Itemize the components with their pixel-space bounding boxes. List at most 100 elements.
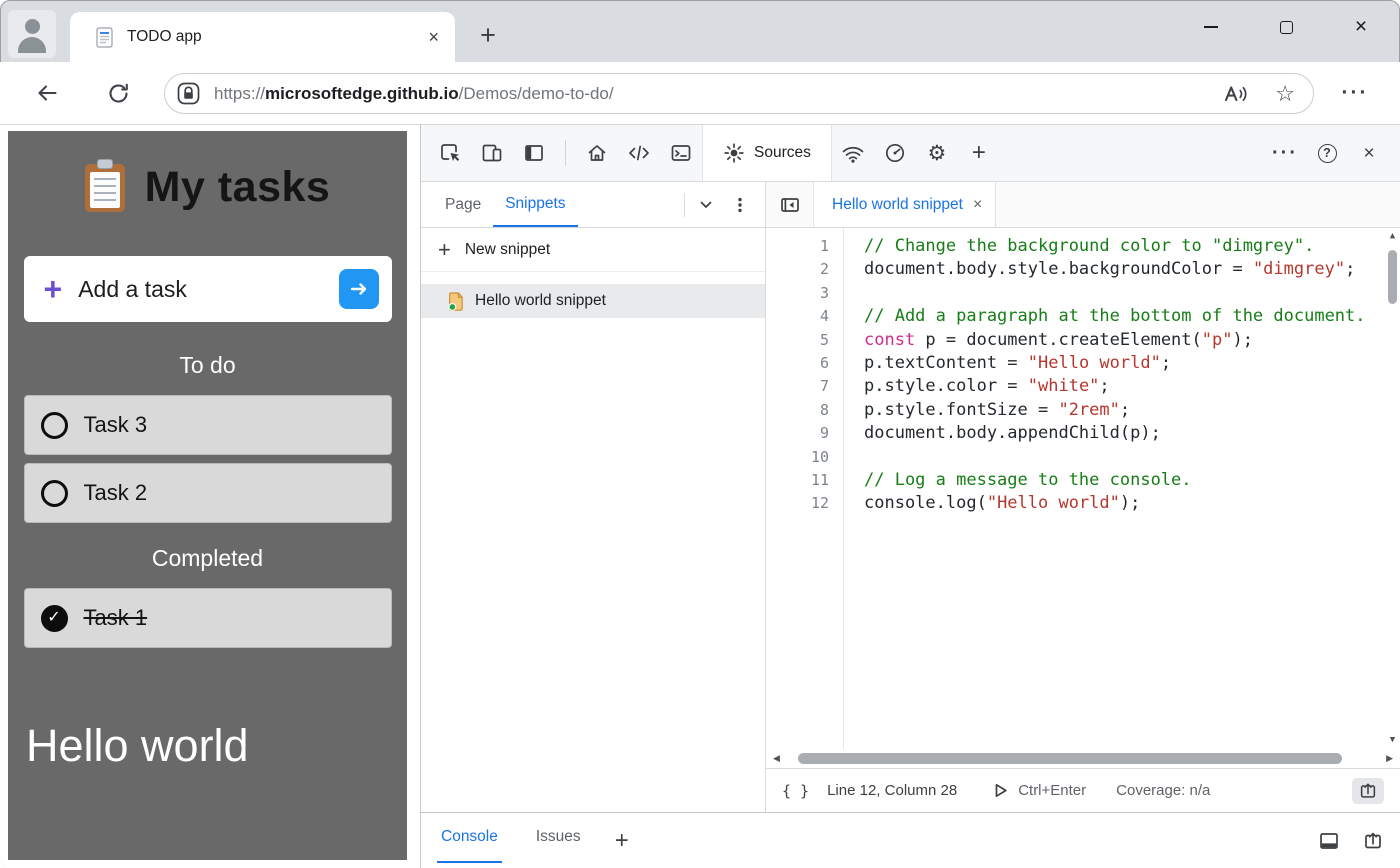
run-snippet-button[interactable] <box>991 781 1010 800</box>
line-number[interactable]: 6 <box>766 352 843 375</box>
new-snippet-button[interactable]: + New snippet <box>421 228 765 272</box>
line-number[interactable]: 8 <box>766 399 843 422</box>
drawer-tab-console-active[interactable]: Console <box>437 813 502 863</box>
tab-performance[interactable] <box>874 132 916 174</box>
horizontal-scrollbar-thumb[interactable] <box>798 753 1342 764</box>
tab-snippets-active[interactable]: Snippets <box>493 182 577 227</box>
code-line[interactable]: const p = document.createElement("p"); <box>864 329 1400 352</box>
todo-section-label: To do <box>8 352 407 379</box>
quick-source-button[interactable] <box>1352 778 1384 804</box>
add-task-submit-button[interactable] <box>339 269 379 309</box>
pretty-print-icon[interactable]: { } <box>782 782 809 800</box>
site-info-lock-icon[interactable] <box>175 80 202 107</box>
profile-avatar[interactable] <box>8 10 56 58</box>
drawer-tab-issues[interactable]: Issues <box>532 813 585 863</box>
scroll-right-icon[interactable]: ▶ <box>1386 754 1393 763</box>
add-drawer-tab-button[interactable]: + <box>615 813 629 868</box>
task-label: Task 2 <box>84 480 148 506</box>
code-line[interactable]: // Log a message to the console. <box>864 469 1400 492</box>
devtools-close-button[interactable]: × <box>1348 132 1390 174</box>
code-line[interactable]: console.log("Hello world"); <box>864 492 1400 515</box>
navigator-menu-button[interactable] <box>723 188 757 222</box>
close-icon: × <box>1363 144 1374 163</box>
line-number[interactable]: 12 <box>766 492 843 515</box>
tab-sources-active[interactable]: Sources <box>702 125 832 181</box>
line-number[interactable]: 4 <box>766 305 843 328</box>
vertical-scrollbar[interactable]: ▲ ▼ <box>1385 228 1400 749</box>
code-line[interactable] <box>864 446 1400 469</box>
tab-elements[interactable] <box>618 132 660 174</box>
devtools-options-button[interactable]: ··· <box>1264 132 1306 174</box>
gauge-icon <box>884 142 906 164</box>
tab-page[interactable]: Page <box>433 182 493 227</box>
code-line[interactable]: // Change the background color to "dimgr… <box>864 235 1400 258</box>
code-token-plain: ; <box>1120 400 1130 420</box>
task-checkbox[interactable] <box>41 480 68 507</box>
refresh-button[interactable] <box>96 71 140 115</box>
window-maximize-button[interactable] <box>1263 4 1309 50</box>
line-number[interactable]: 3 <box>766 282 843 305</box>
editor-tab-active[interactable]: Hello world snippet × <box>814 182 996 227</box>
line-number[interactable]: 7 <box>766 375 843 398</box>
code-line[interactable]: p.style.color = "white"; <box>864 375 1400 398</box>
new-tab-button[interactable]: + <box>466 13 510 57</box>
inspect-element-button[interactable] <box>429 132 471 174</box>
code-line[interactable]: p.style.fontSize = "2rem"; <box>864 399 1400 422</box>
scroll-down-icon[interactable]: ▼ <box>1390 736 1395 745</box>
task-item-completed[interactable]: ✓ Task 1 <box>24 588 392 648</box>
tab-welcome[interactable] <box>576 132 618 174</box>
task-item[interactable]: Task 3 <box>24 395 392 455</box>
code-line[interactable] <box>864 282 1400 305</box>
code-line[interactable]: // Add a paragraph at the bottom of the … <box>864 305 1400 328</box>
run-shortcut-label: Ctrl+Enter <box>1018 782 1086 799</box>
code-token-comment: // Log a message to the console. <box>864 470 1192 490</box>
add-task-form[interactable]: + Add a task <box>24 256 392 322</box>
line-number[interactable]: 5 <box>766 329 843 352</box>
code-token-plain: document.body.style.backgroundColor = <box>864 259 1253 279</box>
code-token-plain: p.style.fontSize = <box>864 400 1058 420</box>
task-checkbox-checked[interactable]: ✓ <box>41 605 68 632</box>
url-text[interactable]: https://microsoftedge.github.io/Demos/de… <box>214 84 614 104</box>
sources-navigator: Page Snippets + New snippet <box>421 182 766 812</box>
favorite-star-button[interactable]: ☆ <box>1275 83 1295 105</box>
code-editor[interactable]: 123456789101112 // Change the background… <box>766 228 1400 749</box>
expand-drawer-button[interactable] <box>1362 830 1384 852</box>
line-number[interactable]: 1 <box>766 235 843 258</box>
task-checkbox[interactable] <box>41 412 68 439</box>
debug-icon <box>723 142 745 164</box>
devtools-help-button[interactable]: ? <box>1306 132 1348 174</box>
horizontal-scrollbar[interactable]: ◀ ▶ <box>766 749 1400 768</box>
tab-application[interactable]: ⚙ <box>916 132 958 174</box>
line-number[interactable]: 9 <box>766 422 843 445</box>
scroll-up-icon[interactable]: ▲ <box>1390 232 1395 241</box>
code-line[interactable]: document.body.style.backgroundColor = "d… <box>864 258 1400 281</box>
browser-tab-todo-app[interactable]: TODO app × <box>70 12 455 62</box>
read-aloud-button[interactable] <box>1222 82 1249 106</box>
line-number[interactable]: 10 <box>766 446 843 469</box>
scroll-left-icon[interactable]: ◀ <box>773 754 780 763</box>
address-bar[interactable]: https://microsoftedge.github.io/Demos/de… <box>164 73 1314 114</box>
line-number[interactable]: 2 <box>766 258 843 281</box>
tab-close-icon[interactable]: × <box>428 28 439 46</box>
device-toolbar-button[interactable] <box>471 132 513 174</box>
browser-menu-button[interactable]: ··· <box>1330 71 1380 115</box>
add-task-label[interactable]: Add a task <box>78 276 187 303</box>
tab-close-icon[interactable]: × <box>973 197 982 213</box>
dock-panel-button[interactable] <box>513 132 555 174</box>
content-area: My tasks + Add a task To do Task 3 <box>0 125 1400 868</box>
snippet-list-item-selected[interactable]: Hello world snippet <box>421 284 765 318</box>
hide-navigator-button[interactable] <box>766 182 814 227</box>
code-line[interactable]: document.body.appendChild(p); <box>864 422 1400 445</box>
code-line[interactable]: p.textContent = "Hello world"; <box>864 352 1400 375</box>
back-button[interactable] <box>25 71 69 115</box>
task-item[interactable]: Task 2 <box>24 463 392 523</box>
window-close-button[interactable]: × <box>1338 4 1384 50</box>
line-number[interactable]: 11 <box>766 469 843 492</box>
drawer-position-button[interactable] <box>1318 830 1340 852</box>
tab-network[interactable] <box>832 132 874 174</box>
vertical-scrollbar-thumb[interactable] <box>1388 250 1397 304</box>
more-tabs-button[interactable] <box>689 188 723 222</box>
window-minimize-button[interactable] <box>1188 4 1234 50</box>
more-tools-button[interactable]: + <box>958 132 1000 174</box>
tab-console-panel[interactable] <box>660 132 702 174</box>
